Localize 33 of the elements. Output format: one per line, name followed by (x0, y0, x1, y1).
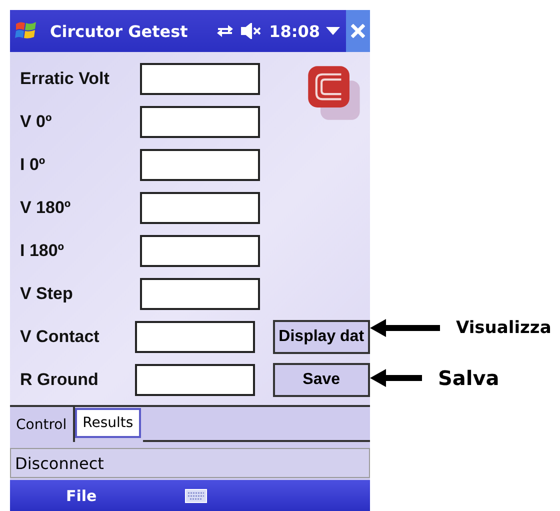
disconnect-button[interactable]: Disconnect (10, 448, 370, 478)
close-button[interactable] (346, 10, 370, 52)
field-label: V 0º (20, 112, 53, 132)
action-button[interactable]: Save (272, 363, 370, 397)
field-label: V Step (20, 284, 74, 304)
speaker-muted-icon[interactable] (241, 23, 264, 39)
input-field[interactable] (134, 321, 255, 353)
connectivity-arrows-icon[interactable] (215, 23, 236, 39)
close-icon (351, 24, 365, 38)
action-button[interactable]: Display dat (272, 320, 370, 354)
field-label: I 180º (20, 241, 66, 261)
input-field[interactable] (140, 149, 260, 181)
field-label: Erratic Volt (20, 69, 110, 89)
input-field[interactable] (140, 106, 260, 138)
clock-time: 18:08 (269, 22, 320, 40)
window-title: Circutor Getest (50, 22, 189, 40)
input-field[interactable] (140, 63, 260, 95)
dropdown-caret-icon[interactable] (326, 27, 340, 35)
input-field[interactable] (140, 278, 260, 310)
input-field[interactable] (140, 192, 260, 224)
annotation-label: Visualizza (456, 318, 552, 338)
tab[interactable]: Results (74, 408, 142, 438)
arrow-icon (370, 319, 440, 337)
field-label: V Contact (20, 327, 100, 347)
input-field[interactable] (140, 235, 260, 267)
field-label: V 180º (20, 198, 72, 218)
arrow-icon (370, 369, 422, 387)
keyboard-icon[interactable] (184, 488, 207, 502)
field-label: R Ground (20, 370, 100, 390)
file-menu[interactable]: File (66, 486, 97, 504)
annotation-label: Salva (438, 366, 500, 390)
field-label: I 0º (20, 155, 46, 175)
input-field[interactable] (134, 364, 255, 396)
